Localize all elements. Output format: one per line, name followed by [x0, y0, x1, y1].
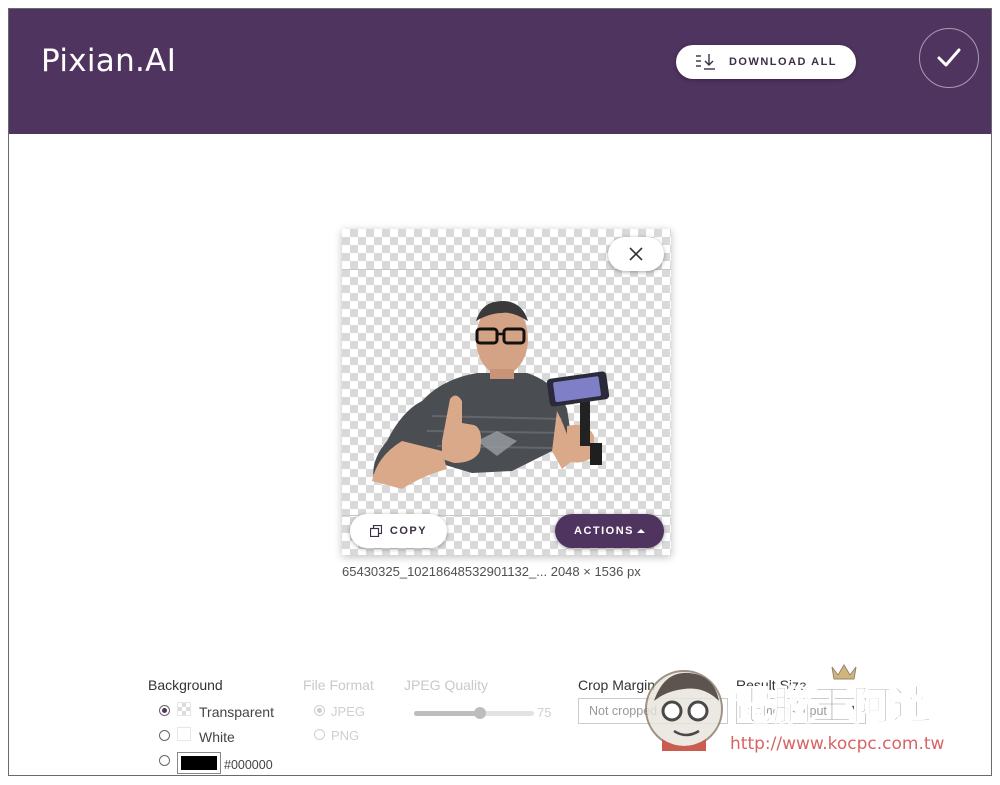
jpeg-quality-value: 75	[537, 705, 552, 720]
watermark-url: http://www.kocpc.com.tw	[730, 734, 945, 754]
cutout-image	[372, 301, 610, 489]
format-png-label: PNG	[331, 728, 360, 743]
background-white-radio[interactable]	[159, 730, 170, 741]
jpeg-quality-slider[interactable]	[414, 707, 534, 719]
slider-fill	[414, 711, 480, 716]
actions-label: ACTIONS	[574, 525, 634, 537]
jpeg-quality-label: JPEG Quality	[404, 677, 489, 693]
download-all-label: DOWNLOAD ALL	[728, 56, 838, 68]
custom-color-value: #000000	[224, 758, 273, 772]
background-white-label: White	[199, 729, 235, 745]
format-jpeg-radio[interactable]	[314, 705, 325, 716]
background-label: Background	[148, 677, 223, 693]
result-size-label: Result Size	[736, 677, 807, 693]
image-dimensions: 2048 × 1536 px	[550, 564, 641, 579]
top-bar: Pixian.AI DOWNLOAD ALL	[9, 9, 991, 134]
close-icon	[629, 247, 643, 261]
copy-icon	[369, 525, 382, 537]
download-all-button[interactable]: DOWNLOAD ALL	[676, 45, 856, 79]
copy-button[interactable]: COPY	[350, 514, 447, 548]
result-preview-card: COPY ACTIONS	[342, 229, 671, 555]
result-size-select[interactable]: Same as input ▼	[736, 698, 866, 724]
color-fill	[181, 756, 217, 770]
crop-margin-label: Crop Margin	[578, 677, 656, 693]
color-picker[interactable]	[177, 752, 221, 774]
copy-label: COPY	[389, 525, 428, 537]
brand-logo: Pixian.AI	[41, 43, 177, 79]
transparent-swatch	[177, 702, 191, 716]
close-button[interactable]	[608, 237, 664, 271]
format-jpeg-label: JPEG	[331, 704, 365, 719]
caret-up-icon	[637, 529, 645, 533]
file-name: 65430325_10218648532901132_...	[342, 564, 548, 579]
checkmark-icon	[937, 48, 961, 67]
file-format-label: File Format	[303, 677, 374, 693]
result-size-value: Same as input	[747, 704, 827, 718]
confirm-button[interactable]	[919, 28, 979, 88]
background-transparent-radio[interactable]	[159, 705, 170, 716]
image-caption: 65430325_10218648532901132_... 2048 × 15…	[342, 564, 641, 579]
app-window: Pixian.AI DOWNLOAD ALL COPY ACTIONS 6543…	[8, 8, 992, 776]
actions-button[interactable]: ACTIONS	[555, 514, 664, 548]
format-png-radio[interactable]	[314, 729, 325, 740]
background-transparent-label: Transparent	[199, 704, 274, 720]
chevron-down-icon: ▼	[850, 703, 859, 713]
slider-thumb[interactable]	[474, 707, 486, 719]
crop-margin-select[interactable]: Not cropped	[578, 698, 728, 724]
background-custom-radio[interactable]	[159, 755, 170, 766]
download-list-icon	[695, 54, 715, 70]
white-swatch	[177, 727, 191, 741]
